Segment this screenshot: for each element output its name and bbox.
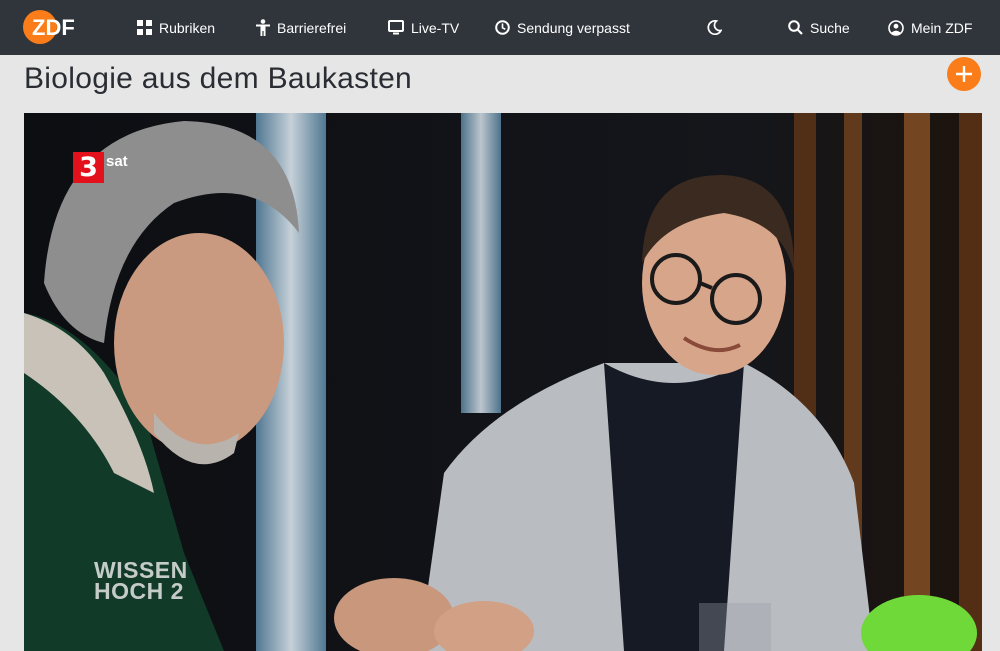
channel-number: 3: [73, 152, 104, 183]
nav-barrierefrei[interactable]: Barrierefrei: [256, 0, 346, 55]
show-logo-line2: HOCH 2: [94, 578, 184, 604]
nav-sendung-verpasst[interactable]: Sendung verpasst: [495, 0, 630, 55]
dark-mode-toggle[interactable]: [707, 0, 729, 55]
nav-mein-zdf-label: Mein ZDF: [911, 19, 973, 36]
nav-barrierefrei-label: Barrierefrei: [277, 19, 347, 36]
show-logo: WISSEN HOCH 2: [94, 559, 188, 604]
zdf-logo[interactable]: ZDF: [22, 8, 84, 46]
accessibility-icon: [256, 19, 270, 36]
nav-suche-label: Suche: [810, 19, 850, 36]
nav-rubriken[interactable]: Rubriken: [137, 0, 215, 55]
search-icon: [788, 20, 803, 35]
nav-suche[interactable]: Suche: [788, 0, 850, 55]
clock-icon: [495, 20, 510, 35]
video-player[interactable]: 3 sat WISSEN HOCH 2: [24, 113, 982, 651]
add-to-list-button[interactable]: [947, 57, 981, 91]
logo-text: ZDF: [32, 15, 75, 40]
grid-icon: [137, 20, 152, 35]
page-title: Biologie aus dem Baukasten: [24, 62, 413, 95]
plus-icon: [956, 66, 972, 82]
nav-mein-zdf[interactable]: Mein ZDF: [888, 0, 972, 55]
tv-icon: [388, 20, 404, 35]
nav-sendung-verpasst-label: Sendung verpasst: [517, 19, 630, 36]
nav-rubriken-label: Rubriken: [159, 19, 216, 36]
channel-name: sat: [106, 153, 128, 170]
user-icon: [888, 19, 904, 36]
top-navigation: ZDF Rubriken Barrierefrei Live-TV Sendun…: [0, 0, 1000, 55]
nav-live-tv[interactable]: Live-TV: [388, 0, 459, 55]
nav-live-tv-label: Live-TV: [411, 19, 460, 36]
moon-icon: [707, 20, 722, 35]
channel-logo: 3 sat: [73, 152, 128, 183]
